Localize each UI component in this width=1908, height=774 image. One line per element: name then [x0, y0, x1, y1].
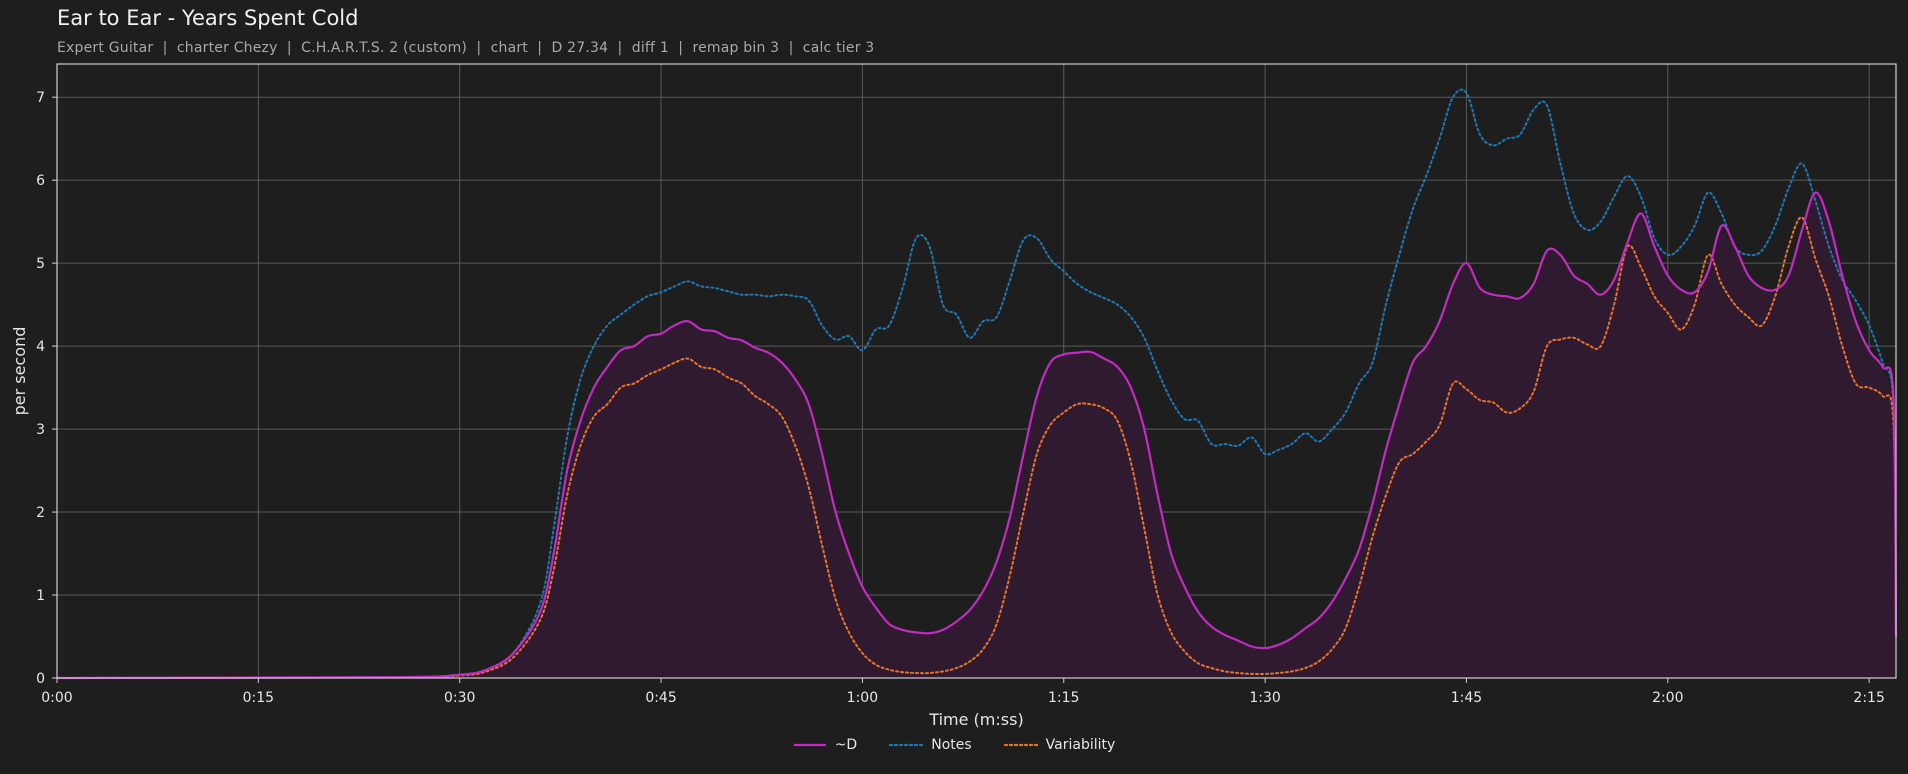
legend-label: Notes [931, 737, 972, 753]
legend-swatch [889, 743, 924, 747]
x-tick-label: 0:45 [645, 690, 676, 706]
x-tick-label: 0:30 [444, 690, 475, 706]
x-tick-label: 2:15 [1853, 690, 1884, 706]
chart-legend: ~D Notes Variability [0, 737, 1908, 753]
legend-label: Variability [1045, 737, 1116, 753]
x-axis-label: Time (m:ss) [928, 710, 1023, 729]
legend-item: Notes [889, 737, 972, 753]
y-tick-label: 7 [36, 90, 45, 106]
chart-canvas: 0:00 0:15 0:30 0:45 1:00 1:15 1:30 1:45 2:00 2:15… [10, 63, 1898, 729]
x-tick-label: 1:45 [1451, 690, 1482, 706]
y-tick-label: 5 [36, 256, 45, 272]
x-tick-label: 1:30 [1249, 690, 1280, 706]
legend-swatch [1003, 743, 1038, 747]
y-tick-label: 0 [36, 671, 45, 687]
y-tick-label: 6 [36, 173, 45, 189]
legend-item: Variability [1003, 737, 1116, 753]
y-tick-label: 1 [36, 588, 45, 604]
y-tick-label: 4 [36, 339, 45, 355]
x-tick-label: 2:00 [1652, 690, 1683, 706]
x-tick-label: 1:15 [1048, 690, 1079, 706]
x-tick-label: 0:00 [41, 690, 72, 706]
legend-item: ~D [793, 737, 858, 753]
y-tick-label: 2 [36, 505, 45, 521]
x-tick-label: 1:00 [847, 690, 878, 706]
y-tick-label: 3 [36, 422, 45, 438]
y-axis-label: per second [10, 327, 29, 416]
x-tick-label: 0:15 [243, 690, 274, 706]
legend-label: ~D [834, 737, 858, 753]
legend-swatch [793, 743, 826, 747]
